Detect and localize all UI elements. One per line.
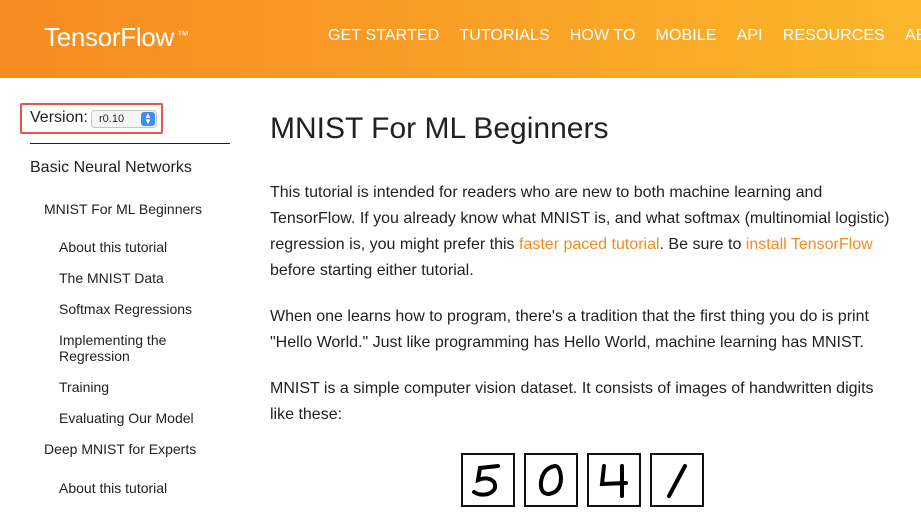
sidebar-item-about-this-tutorial[interactable]: About this tutorial	[59, 239, 219, 255]
version-selector-box: Version: r0.10 ▲ ▼	[20, 103, 163, 134]
nav-how-to[interactable]: HOW TO	[570, 27, 636, 45]
install-tensorflow-link[interactable]: install TensorFlow	[746, 236, 873, 253]
sidebar-item-mnist-for-ml-beginners[interactable]: MNIST For ML Beginners	[44, 201, 202, 217]
version-select[interactable]: r0.10 ▲ ▼	[91, 110, 157, 128]
nav-about[interactable]: ABOUT	[905, 27, 921, 45]
nav-tutorials[interactable]: TUTORIALS	[459, 27, 549, 45]
digit-0-image	[524, 453, 578, 507]
nav-get-started[interactable]: GET STARTED	[328, 27, 439, 45]
nav-api[interactable]: API	[737, 27, 763, 45]
sidebar-divider	[30, 143, 230, 144]
select-arrows-icon: ▲ ▼	[141, 112, 155, 126]
top-navigation-bar: TensorFlow ™ GET STARTED TUTORIALS HOW TO…	[0, 0, 921, 78]
sidebar-item-evaluating-our-model[interactable]: Evaluating Our Model	[59, 410, 219, 426]
nav-mobile[interactable]: MOBILE	[656, 27, 717, 45]
mnist-description-paragraph: MNIST is a simple computer vision datase…	[270, 380, 874, 423]
mnist-digits-image	[461, 453, 713, 507]
digit-5-image	[461, 453, 515, 507]
sidebar-item-basic-neural-networks[interactable]: Basic Neural Networks	[30, 159, 192, 177]
intro-text-3: before starting either tutorial.	[270, 262, 474, 279]
page-title: MNIST For ML Beginners	[270, 112, 609, 145]
digit-1-image	[650, 453, 704, 507]
main-nav: GET STARTED TUTORIALS HOW TO MOBILE API …	[328, 27, 921, 45]
faster-paced-tutorial-link[interactable]: faster paced tutorial	[519, 236, 660, 253]
tensorflow-logo[interactable]: TensorFlow ™	[44, 22, 189, 53]
version-label: Version:	[30, 109, 88, 126]
sidebar-item-training[interactable]: Training	[59, 379, 219, 395]
version-value: r0.10	[99, 113, 125, 125]
intro-paragraph: This tutorial is intended for readers wh…	[270, 180, 895, 284]
sidebar-item-implementing-the-regression[interactable]: Implementing the Regression	[59, 332, 189, 364]
hello-world-paragraph: When one learns how to program, there's …	[270, 308, 869, 351]
sidebar-item-softmax-regressions[interactable]: Softmax Regressions	[59, 301, 219, 317]
intro-text-2: . Be sure to	[659, 236, 746, 253]
sidebar-item-about-this-tutorial-2[interactable]: About this tutorial	[59, 480, 219, 496]
sidebar-item-the-mnist-data[interactable]: The MNIST Data	[59, 270, 219, 286]
digit-4-image	[587, 453, 641, 507]
trademark-symbol: ™	[176, 28, 189, 42]
nav-resources[interactable]: RESOURCES	[783, 27, 885, 45]
sidebar-item-deep-mnist-for-experts[interactable]: Deep MNIST for Experts	[44, 441, 196, 457]
logo-text: TensorFlow	[44, 22, 174, 52]
